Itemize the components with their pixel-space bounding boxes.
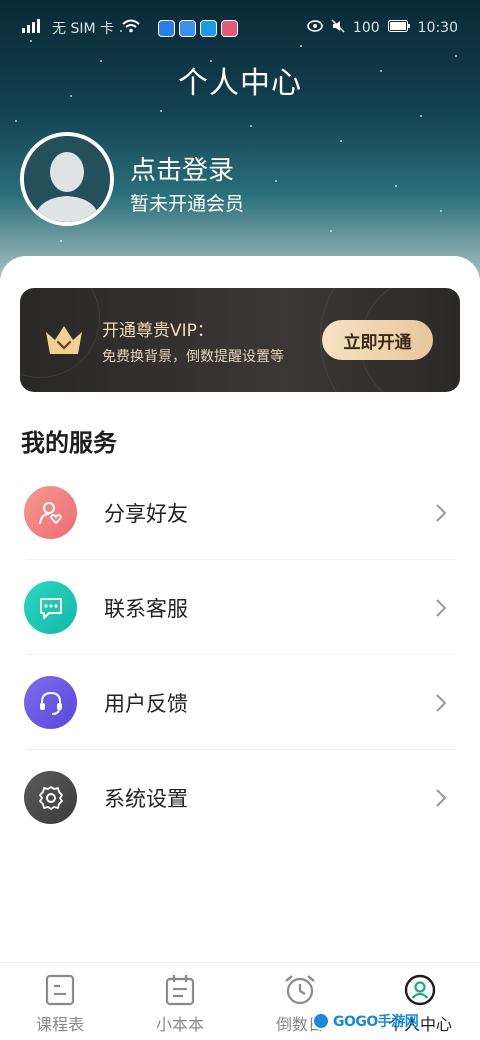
system-settings-item[interactable]: 系统设置 (20, 750, 460, 845)
tab-notebook[interactable]: 小本本 (120, 963, 240, 1040)
alarm-clock-icon (285, 975, 315, 1005)
eye-comfort-icon (307, 20, 323, 36)
chevron-right-icon (436, 504, 447, 522)
clock-time: 10:30 (417, 20, 458, 36)
service-label: 系统设置 (104, 786, 188, 811)
tab-label: 小本本 (155, 1015, 204, 1034)
app-notification-icon (200, 19, 217, 37)
page-title: 个人中心 (178, 66, 302, 101)
chevron-right-icon (436, 789, 447, 807)
message-dots-icon (24, 581, 77, 634)
notebook-icon (165, 975, 195, 1006)
chevron-right-icon (436, 694, 447, 712)
app-notification-icon (158, 19, 175, 37)
app-notification-icon (221, 19, 238, 37)
share-friends-item[interactable]: 分享好友 (20, 465, 460, 560)
battery-level: 100 (352, 20, 380, 36)
service-label: 联系客服 (104, 596, 188, 621)
headset-icon (24, 676, 77, 729)
user-feedback-item[interactable]: 用户反馈 (20, 655, 460, 750)
status-bar: 无 SIM 卡 100 10:30 (0, 0, 480, 56)
tab-schedule[interactable]: 课程表 (0, 963, 120, 1040)
app-notification-icon (179, 19, 196, 37)
battery-icon (387, 20, 410, 36)
mute-icon (331, 19, 345, 37)
default-avatar-icon (24, 136, 110, 222)
contact-support-item[interactable]: 联系客服 (20, 560, 460, 655)
service-label: 分享好友 (104, 501, 188, 526)
vip-description: 免费换背景，倒数提醒设置等 (102, 349, 284, 365)
gear-icon (24, 771, 77, 824)
open-vip-button[interactable]: 立即开通 (322, 320, 433, 360)
sim-status-text: 无 SIM 卡 (52, 21, 114, 37)
member-status: 暂未开通会员 (130, 193, 245, 215)
watermark-logo: GOGO手游网 (312, 1010, 422, 1032)
watermark-icon (312, 1012, 330, 1030)
wifi-icon (122, 19, 140, 37)
chevron-right-icon (436, 599, 447, 617)
notification-apps (158, 19, 238, 37)
vip-title: 开通尊贵VIP： (102, 321, 214, 341)
schedule-icon (45, 974, 75, 1006)
crown-icon (46, 326, 82, 354)
signal-icon (22, 19, 44, 37)
user-heart-icon (24, 486, 77, 539)
watermark-text: GOGO手游网 (333, 1014, 419, 1030)
service-label: 用户反馈 (104, 691, 188, 716)
services-title: 我的服务 (21, 429, 117, 457)
profile-icon (404, 974, 436, 1006)
avatar[interactable] (20, 132, 114, 226)
login-button[interactable]: 点击登录 (130, 150, 234, 187)
vip-banner[interactable]: 开通尊贵VIP： 免费换背景，倒数提醒设置等 立即开通 (20, 288, 460, 392)
tab-label: 课程表 (35, 1015, 84, 1034)
